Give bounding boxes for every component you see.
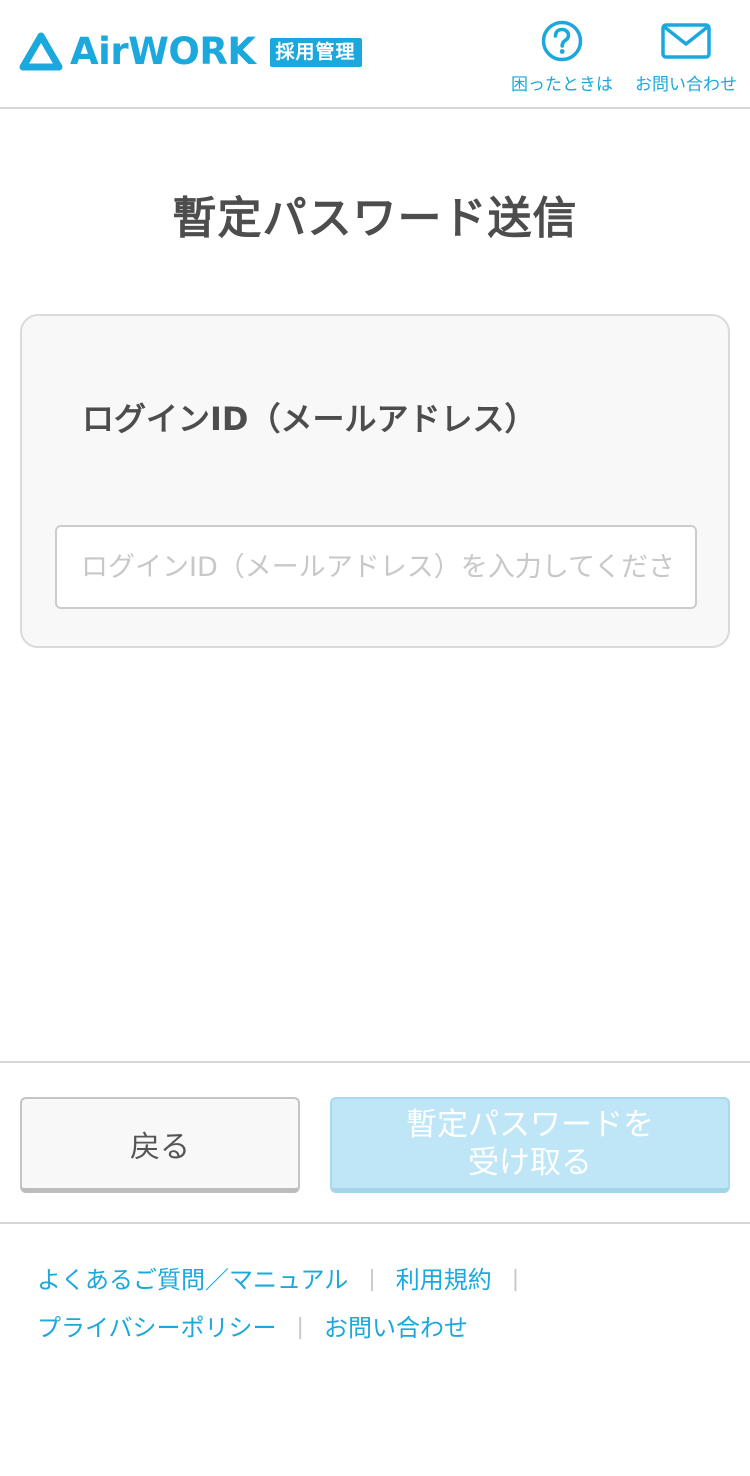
footer-separator: | bbox=[511, 1267, 520, 1292]
envelope-icon bbox=[661, 23, 711, 59]
logo-text: AirWORK bbox=[70, 30, 256, 73]
footer-links-row-2: プライバシーポリシー | お問い合わせ bbox=[37, 1304, 727, 1352]
back-button[interactable]: 戻る bbox=[20, 1097, 300, 1193]
action-bar: 戻る 暫定パスワードを 受け取る bbox=[0, 1061, 750, 1224]
logo-badge: 採用管理 bbox=[269, 37, 362, 67]
question-circle-icon bbox=[541, 20, 583, 62]
footer-links: よくあるご質問／マニュアル | 利用規約 | プライバシーポリシー | お問い合… bbox=[37, 1256, 727, 1352]
airwork-logo[interactable]: AirWORK 採用管理 bbox=[18, 30, 362, 74]
help-link[interactable]: 困ったときは bbox=[505, 18, 619, 98]
page-title: 暫定パスワード送信 bbox=[172, 193, 578, 244]
app-header: AirWORK 採用管理 困ったときは お問い合わせ bbox=[0, 0, 750, 109]
receive-temporary-password-button[interactable]: 暫定パスワードを 受け取る bbox=[330, 1097, 730, 1193]
login-id-form-card: ログインID（メールアドレス） bbox=[20, 314, 730, 648]
help-label: 困ったときは bbox=[511, 75, 613, 95]
submit-label-line2: 受け取る bbox=[468, 1144, 592, 1181]
terms-link[interactable]: 利用規約 bbox=[396, 1256, 492, 1304]
contact-link[interactable]: お問い合わせ bbox=[628, 18, 744, 98]
contact-label: お問い合わせ bbox=[635, 75, 737, 95]
login-id-input[interactable] bbox=[55, 525, 697, 609]
airwork-logo-icon bbox=[19, 32, 63, 71]
login-id-label: ログインID（メールアドレス） bbox=[82, 400, 537, 438]
footer-links-row-1: よくあるご質問／マニュアル | 利用規約 | bbox=[37, 1256, 727, 1304]
footer-contact-link[interactable]: お問い合わせ bbox=[324, 1304, 468, 1352]
submit-label-line1: 暫定パスワードを bbox=[406, 1106, 654, 1143]
footer-separator: | bbox=[296, 1315, 304, 1340]
faq-manual-link[interactable]: よくあるご質問／マニュアル bbox=[37, 1256, 348, 1304]
privacy-policy-link[interactable]: プライバシーポリシー bbox=[37, 1304, 277, 1352]
footer-separator: | bbox=[368, 1267, 376, 1292]
